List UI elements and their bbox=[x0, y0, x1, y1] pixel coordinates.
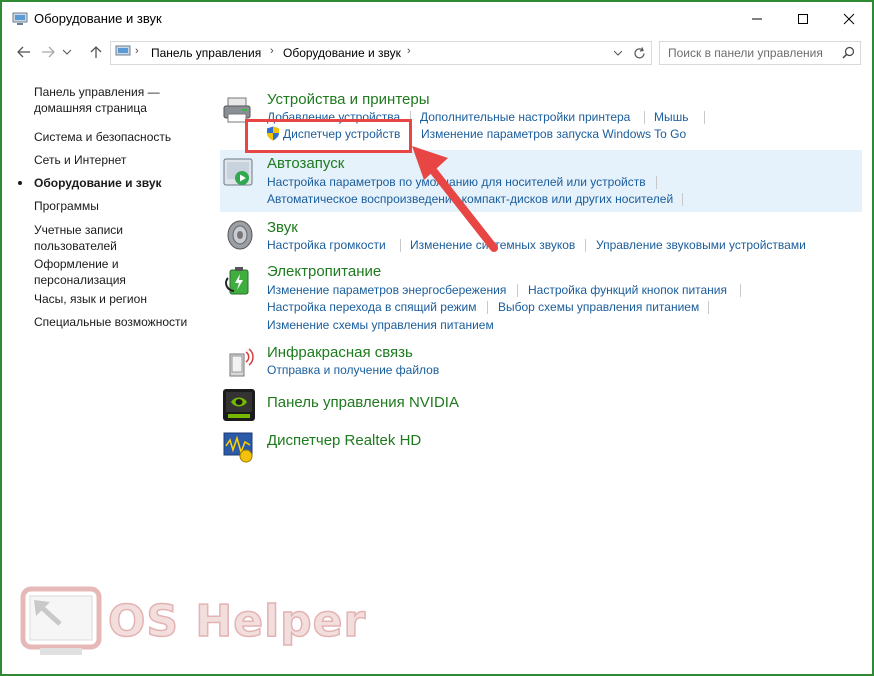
title-bar: Оборудование и звук bbox=[2, 2, 872, 36]
link-adjust-volume[interactable]: Настройка громкости bbox=[267, 238, 386, 252]
up-button[interactable] bbox=[86, 42, 106, 62]
infrared-icon bbox=[229, 348, 254, 377]
category-autoplay: Автозапуск Настройка параметров по умолч… bbox=[220, 150, 862, 212]
link-separator bbox=[704, 111, 705, 124]
category-title-sound[interactable]: Звук bbox=[267, 219, 298, 236]
nav-network-internet[interactable]: Сеть и Интернет bbox=[34, 152, 204, 168]
watermark-text: OS Helper bbox=[107, 595, 367, 648]
nvidia-icon bbox=[223, 389, 255, 421]
highlight-box bbox=[245, 119, 412, 153]
address-bar[interactable]: › Панель управления › Оборудование и зву… bbox=[110, 41, 652, 65]
red-arrow-icon bbox=[412, 146, 498, 252]
forward-button[interactable] bbox=[38, 42, 58, 62]
breadcrumb-separator: › bbox=[270, 45, 274, 57]
nav-system-security[interactable]: Система и безопасность bbox=[34, 129, 204, 145]
nav-clock-language[interactable]: Часы, язык и регион bbox=[34, 291, 204, 307]
arrow-left-icon bbox=[17, 46, 30, 58]
breadcrumb-separator: › bbox=[135, 45, 139, 57]
link-separator bbox=[517, 284, 518, 297]
category-power: Электропитание Изменение параметров энер… bbox=[220, 262, 862, 338]
nav-hardware-sound[interactable]: Оборудование и звук bbox=[18, 175, 204, 191]
link-separator bbox=[682, 193, 683, 206]
nav-user-accounts[interactable]: Учетные записи пользователей bbox=[34, 222, 204, 254]
monitor-logo-icon bbox=[20, 586, 102, 655]
chevron-down-icon bbox=[63, 49, 71, 55]
category-title-nvidia[interactable]: Панель управления NVIDIA bbox=[267, 394, 459, 411]
maximize-button[interactable] bbox=[780, 2, 826, 36]
link-audio-devices[interactable]: Управление звуковыми устройствами bbox=[596, 238, 806, 252]
breadcrumb-separator: › bbox=[407, 45, 411, 57]
link-separator bbox=[585, 239, 586, 252]
search-box[interactable]: Поиск в панели управления bbox=[659, 41, 861, 65]
history-dropdown[interactable] bbox=[60, 42, 74, 62]
link-power-buttons[interactable]: Настройка функций кнопок питания bbox=[528, 283, 727, 297]
category-title-autoplay[interactable]: Автозапуск bbox=[267, 155, 344, 172]
link-separator bbox=[487, 301, 488, 314]
link-mouse[interactable]: Мышь bbox=[654, 110, 689, 124]
watermark: OS Helper bbox=[20, 586, 366, 662]
link-printer-settings[interactable]: Дополнительные настройки принтера bbox=[420, 110, 630, 124]
address-row: › Панель управления › Оборудование и зву… bbox=[2, 38, 872, 66]
category-title-devices[interactable]: Устройства и принтеры bbox=[267, 91, 429, 108]
link-separator bbox=[400, 239, 401, 252]
nav-programs[interactable]: Программы bbox=[34, 198, 204, 214]
control-panel-icon bbox=[115, 45, 131, 56]
link-separator bbox=[740, 284, 741, 297]
link-separator bbox=[708, 301, 709, 314]
nav-appearance[interactable]: Оформление и персонализация bbox=[34, 256, 204, 288]
link-separator bbox=[656, 176, 657, 189]
refresh-button[interactable] bbox=[629, 42, 649, 64]
category-nvidia: Панель управления NVIDIA bbox=[220, 388, 862, 424]
speaker-icon bbox=[227, 220, 253, 250]
refresh-icon bbox=[633, 46, 645, 58]
category-title-power[interactable]: Электропитание bbox=[267, 263, 381, 280]
category-title-infrared[interactable]: Инфракрасная связь bbox=[267, 344, 413, 361]
link-edit-power-plan[interactable]: Изменение схемы управления питанием bbox=[267, 318, 494, 332]
active-bullet bbox=[18, 181, 22, 185]
nav-accessibility[interactable]: Специальные возможности bbox=[34, 314, 204, 330]
back-button[interactable] bbox=[14, 42, 34, 62]
link-sleep-settings[interactable]: Настройка перехода в спящий режим bbox=[267, 300, 476, 314]
category-realtek: Диспетчер Realtek HD bbox=[220, 428, 862, 464]
breadcrumb-hardware-sound[interactable]: Оборудование и звук bbox=[283, 46, 401, 60]
realtek-icon bbox=[223, 432, 253, 463]
maximize-icon bbox=[798, 14, 808, 24]
link-send-receive-files[interactable]: Отправка и получение файлов bbox=[267, 363, 439, 377]
nav-control-panel-home[interactable]: Панель управления — домашняя страница bbox=[34, 84, 204, 116]
search-icon[interactable] bbox=[842, 46, 855, 59]
control-panel-icon bbox=[12, 12, 28, 25]
minimize-button[interactable] bbox=[734, 2, 780, 36]
minimize-icon bbox=[752, 18, 762, 20]
close-icon bbox=[843, 13, 855, 25]
battery-icon bbox=[225, 267, 249, 295]
link-windows-to-go[interactable]: Изменение параметров запуска Windows To … bbox=[421, 127, 686, 141]
link-choose-power-plan[interactable]: Выбор схемы управления питанием bbox=[498, 300, 699, 314]
link-separator bbox=[644, 111, 645, 124]
close-button[interactable] bbox=[826, 2, 872, 36]
breadcrumb-control-panel[interactable]: Панель управления bbox=[151, 46, 261, 60]
arrow-right-icon bbox=[42, 46, 55, 58]
address-dropdown[interactable] bbox=[609, 42, 627, 64]
arrow-up-icon bbox=[90, 46, 102, 58]
link-power-settings[interactable]: Изменение параметров энергосбережения bbox=[267, 283, 506, 297]
window-title: Оборудование и звук bbox=[34, 11, 162, 26]
autoplay-icon bbox=[223, 158, 253, 186]
category-title-realtek[interactable]: Диспетчер Realtek HD bbox=[267, 432, 421, 449]
category-infrared: Инфракрасная связь Отправка и получение … bbox=[220, 342, 862, 382]
chevron-down-icon bbox=[614, 50, 622, 56]
nav-hardware-sound-label: Оборудование и звук bbox=[34, 176, 162, 190]
window-frame: Оборудование и звук › Панель управления … bbox=[0, 0, 874, 676]
category-sound: Звук Настройка громкости Изменение систе… bbox=[220, 216, 862, 256]
search-placeholder: Поиск в панели управления bbox=[668, 46, 823, 60]
